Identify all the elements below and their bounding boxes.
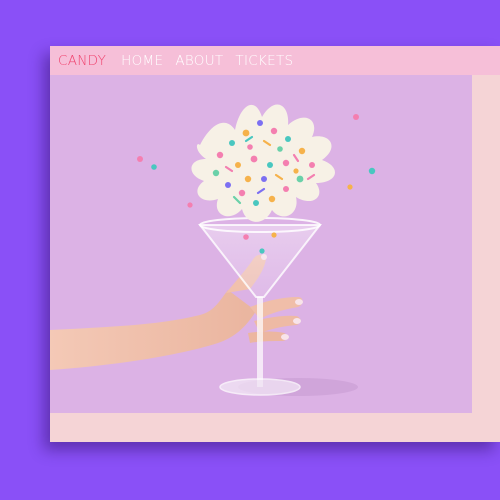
nav-about-link[interactable]: ABOUT — [175, 53, 223, 69]
browser-window: CANDY HOME ABOUT TICKETS — [50, 46, 500, 442]
top-navbar: CANDY HOME ABOUT TICKETS — [50, 46, 500, 75]
hero-illustration — [50, 104, 376, 396]
nav-tickets-link[interactable]: TICKETS — [235, 53, 293, 69]
hero-image — [50, 75, 472, 413]
nav-home-link[interactable]: HOME — [121, 53, 163, 69]
brand-logo[interactable]: CANDY — [58, 53, 106, 69]
